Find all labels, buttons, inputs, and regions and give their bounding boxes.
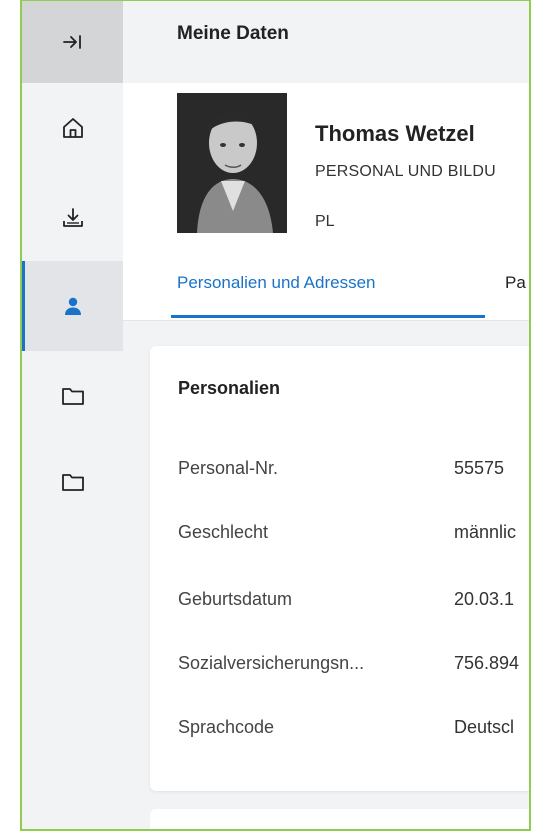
tab-personalien-und-adressen[interactable]: Personalien und Adressen bbox=[177, 273, 375, 293]
label-geburtsdatum: Geburtsdatum bbox=[178, 589, 293, 609]
sidebar-item-folder-1[interactable] bbox=[22, 351, 123, 441]
sidebar-item-download[interactable] bbox=[22, 173, 123, 263]
employee-department: PERSONAL UND BILDU bbox=[315, 163, 496, 180]
sidebar bbox=[22, 1, 123, 829]
label-sprachcode: Sprachcode bbox=[178, 717, 275, 737]
employee-name: Thomas Wetzel bbox=[315, 121, 475, 146]
sidebar-item-profile[interactable] bbox=[22, 261, 123, 351]
label-geschlecht: Geschlecht bbox=[178, 522, 269, 542]
home-icon bbox=[61, 116, 85, 140]
value-sozialversicherungsnummer: 756.894 bbox=[454, 653, 520, 673]
page-header: Meine Daten bbox=[123, 1, 529, 83]
app-window: Meine Daten Thomas Wetzel PERSONAL UND B… bbox=[20, 0, 531, 831]
label-sozialversicherungsnummer: Sozialversicherungsn... bbox=[178, 653, 365, 673]
personalien-card: Personalien Personal-Nr. 55575 Geschlech… bbox=[150, 346, 529, 791]
value-sprachcode: Deutscl bbox=[454, 717, 515, 737]
folder-icon bbox=[61, 385, 85, 407]
folder-icon bbox=[61, 471, 85, 493]
active-tab-indicator bbox=[171, 315, 485, 318]
value-geburtsdatum: 20.03.1 bbox=[454, 589, 515, 609]
value-geschlecht: männlic bbox=[454, 522, 517, 542]
page-title: Meine Daten bbox=[177, 23, 289, 44]
next-card bbox=[150, 809, 529, 829]
person-icon bbox=[61, 294, 85, 318]
profile-photo bbox=[177, 93, 287, 233]
value-personal-nr: 55575 bbox=[454, 458, 505, 478]
sidebar-collapse-button[interactable] bbox=[22, 1, 123, 83]
arrow-right-to-bar-icon bbox=[62, 32, 84, 52]
sidebar-item-folder-2[interactable] bbox=[22, 437, 123, 527]
divider bbox=[123, 320, 529, 321]
label-personal-nr: Personal-Nr. bbox=[178, 458, 279, 478]
employee-code: PL bbox=[315, 213, 335, 230]
profile-header: Thomas Wetzel PERSONAL UND BILDU PL Pers… bbox=[123, 83, 529, 321]
download-tray-icon bbox=[61, 206, 85, 230]
card-title: Personalien bbox=[178, 378, 281, 398]
sidebar-item-home[interactable] bbox=[22, 83, 123, 173]
tab-next[interactable]: Pa bbox=[505, 273, 526, 293]
